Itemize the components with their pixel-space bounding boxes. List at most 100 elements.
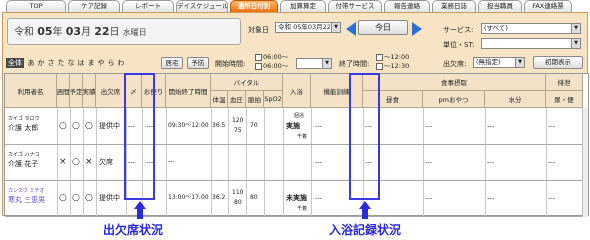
excretion-value: ---: [548, 122, 556, 130]
year-value: 05: [37, 25, 53, 38]
tab-10[interactable]: FAX連絡票: [524, 0, 572, 12]
kana-filter-list: あかさたなはまやらわ: [26, 59, 126, 67]
header-snack[interactable]: pmおやつ: [423, 91, 485, 108]
bp-low-value: 80: [234, 199, 242, 206]
header-bp[interactable]: 血圧: [228, 91, 246, 108]
bath-status: 実施: [286, 122, 300, 130]
water-value: ---: [487, 194, 495, 202]
start-time-b-label: 06:00〜: [263, 62, 289, 70]
start-time-label: 開始時間:: [215, 60, 246, 68]
kana-filter-6[interactable]: ま: [86, 58, 96, 68]
tab-4[interactable]: 通所日付別: [230, 0, 278, 12]
snack-value: ---: [425, 194, 433, 202]
tab-6[interactable]: 付帯サービス: [328, 0, 382, 12]
current-date-display: 令和 05年 03月 22日 水曜日: [7, 18, 241, 45]
water-value: ---: [487, 122, 495, 130]
user-kana-name: カイゴ ハナコ: [8, 152, 40, 158]
tab-8[interactable]: 業務日誌: [432, 0, 476, 12]
snack-value: ---: [425, 158, 433, 166]
header-vital[interactable]: バイタル: [211, 74, 283, 91]
chevron-down-icon: ▼: [331, 23, 340, 32]
header-excretion[interactable]: 排泄: [546, 74, 583, 91]
chevron-down-icon: ▼: [322, 59, 331, 68]
bp-high-value: 110: [232, 189, 244, 196]
header-done[interactable]: 実績: [83, 74, 96, 108]
kana-filter-1[interactable]: か: [36, 58, 46, 68]
day-unit: 日: [109, 27, 120, 38]
unit-select[interactable]: ▼: [481, 38, 581, 49]
service-select[interactable]: (すべて) ▼: [481, 23, 581, 34]
start-time-a-label: 06:00〜: [263, 53, 289, 61]
home-care-button[interactable]: 居宅: [161, 57, 183, 69]
time-range: 09:30～12:00: [168, 122, 209, 129]
kana-filter-7[interactable]: や: [96, 58, 106, 68]
today-button[interactable]: 今日: [358, 20, 408, 35]
column-divider: [485, 108, 486, 217]
start-time-option-a[interactable]: 06:00〜: [255, 53, 288, 61]
attendance-filter-select[interactable]: (無指定) ▼: [473, 57, 525, 68]
header-pulse[interactable]: 脈拍: [246, 91, 264, 108]
target-date-select[interactable]: 令和 05年03月22日 ▼: [275, 22, 341, 33]
column-divider: [264, 108, 265, 217]
kana-filter-8[interactable]: ら: [106, 58, 116, 68]
plan-mark: ○: [72, 157, 80, 167]
done-mark: ○: [85, 121, 93, 131]
header-bath[interactable]: 入浴: [283, 74, 311, 108]
function-value: ---: [315, 194, 323, 202]
checkbox-icon: [376, 62, 383, 70]
header-temp[interactable]: 体温: [211, 91, 228, 108]
tab-0[interactable]: TOP: [6, 0, 66, 12]
kana-filter-0[interactable]: あ: [26, 58, 36, 68]
service-label: サービス:: [443, 26, 474, 34]
tab-2[interactable]: レポート: [122, 0, 174, 12]
header-spo2[interactable]: SpO2: [264, 91, 283, 108]
start-time-select[interactable]: ▼: [296, 58, 332, 69]
day-value: 22: [94, 25, 110, 38]
attendance-filter-label: 出欠席:: [443, 60, 467, 68]
end-time-a-label: 〜12:00: [384, 53, 410, 61]
header-attendance[interactable]: 出欠席: [96, 74, 126, 108]
prev-day-icon[interactable]: [346, 22, 356, 36]
header-plan[interactable]: 予定: [70, 74, 83, 108]
initial-display-button[interactable]: 初期表示: [533, 56, 583, 69]
done-mark: ○: [85, 193, 93, 203]
header-meal[interactable]: 食事摂取: [363, 74, 546, 91]
column-divider: [70, 108, 71, 217]
kana-filter-9[interactable]: わ: [116, 58, 126, 68]
header-regular[interactable]: 週間: [57, 74, 70, 108]
kana-filter-4[interactable]: な: [66, 58, 76, 68]
pulse-value: 70: [250, 122, 258, 129]
kana-filter-2[interactable]: さ: [46, 58, 56, 68]
header-water[interactable]: 水分: [485, 91, 546, 108]
end-time-option-a[interactable]: 〜12:00: [376, 53, 409, 61]
arrow-up-icon: [134, 201, 146, 219]
kana-filter-3[interactable]: た: [56, 58, 66, 68]
start-time-option-b[interactable]: 06:00〜: [255, 62, 288, 70]
tab-1[interactable]: ケア記録: [68, 0, 120, 12]
regular-mark: ○: [59, 121, 67, 131]
column-divider: [228, 108, 229, 217]
chevron-down-icon: ▼: [515, 58, 524, 67]
end-time-option-b[interactable]: 〜12:30: [376, 62, 409, 70]
regular-mark: ×: [59, 157, 67, 167]
vertical-scrollbar[interactable]: [582, 108, 588, 217]
prevention-button[interactable]: 予防: [187, 57, 209, 69]
tab-5[interactable]: 加算算定: [280, 0, 326, 12]
tab-7[interactable]: 報告連絡: [384, 0, 430, 12]
unit-label: 単位・ST:: [443, 41, 475, 49]
header-name[interactable]: 利用者名: [5, 74, 57, 108]
time-range: ---: [168, 158, 175, 165]
header-excretion-sub[interactable]: 尿・便: [546, 91, 583, 108]
kana-filter-5[interactable]: は: [76, 58, 86, 68]
month-value: 03: [65, 25, 81, 38]
function-value: ---: [315, 158, 323, 166]
tab-9[interactable]: 担当職員: [478, 0, 522, 12]
row-divider: [5, 216, 588, 217]
plan-mark: ○: [72, 121, 80, 131]
next-day-icon[interactable]: [412, 22, 422, 36]
tab-3[interactable]: デイスケジュール: [176, 0, 228, 12]
header-start-end[interactable]: 開始終了時間: [166, 74, 211, 108]
all-filter-button[interactable]: 全体: [6, 58, 24, 68]
bath-detail: 千着: [297, 206, 308, 212]
end-time-label: 終了時間:: [339, 60, 370, 68]
